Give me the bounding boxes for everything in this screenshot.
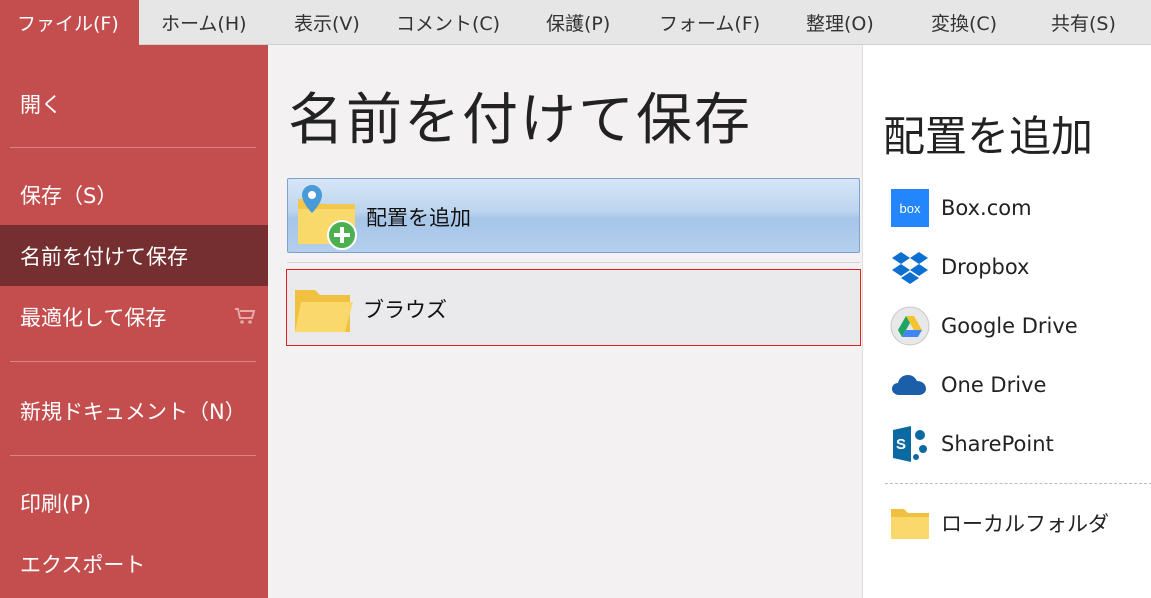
folder-icon [295,290,353,332]
tab-file[interactable]: ファイル(F) [0,0,139,45]
location-box[interactable]: box Box.com [889,186,1032,230]
sidebar-item-optimize-save[interactable]: 最適化して保存 [0,286,268,347]
sidebar-item-label: 最適化して保存 [20,305,167,330]
divider [287,262,860,263]
sidebar-divider [10,147,256,148]
sidebar-divider [10,361,256,362]
folder-icon [889,503,931,543]
sidebar-item-label: 名前を付けて保存 [20,244,188,269]
location-label: ローカルフォルダ [941,512,1109,536]
add-location-button[interactable]: 配置を追加 [287,178,860,253]
sidebar-item-save[interactable]: 保存（S） [0,164,268,225]
location-label: SharePoint [941,432,1054,456]
sidebar-divider [10,455,256,456]
onedrive-icon [889,365,931,405]
sidebar-item-save-as[interactable]: 名前を付けて保存 [0,225,268,286]
location-label: Dropbox [941,255,1030,279]
sidebar: 開く 保存（S） 名前を付けて保存 最適化して保存 新規ドキュメント（N） 印刷… [0,45,268,598]
browse-label: ブラウズ [363,298,447,322]
location-label: One Drive [941,373,1047,397]
sharepoint-icon: S [889,424,931,464]
tab-home[interactable]: ホーム(H) [139,0,265,45]
location-google-drive[interactable]: Google Drive [889,304,1078,348]
svg-text:S: S [896,436,906,453]
sidebar-item-label: エクスポート [20,552,146,577]
sidebar-item-print[interactable]: 印刷(P) [0,472,268,533]
location-local-folder[interactable]: ローカルフォルダ [889,501,1109,545]
sidebar-item-label: 印刷(P) [20,491,92,516]
sidebar-item-open[interactable]: 開く [0,73,268,134]
menu-bar: ファイル(F) ホーム(H) 表示(V) コメント(C) 保護(P) フォーム(… [0,0,1151,45]
location-onedrive[interactable]: One Drive [889,363,1046,407]
tab-organize[interactable]: 整理(O) [785,0,910,45]
box-icon: box [889,188,931,228]
divider [885,483,1151,484]
tab-view[interactable]: 表示(V) [265,0,375,45]
sidebar-item-label: 開く [20,92,62,117]
browse-button[interactable]: ブラウズ [286,269,861,346]
tab-form[interactable]: フォーム(F) [640,0,785,45]
add-location-title: 配置を追加 [883,112,1094,161]
sidebar-item-export[interactable]: エクスポート [0,533,268,594]
add-location-label: 配置を追加 [366,206,471,230]
page-title: 名前を付けて保存 [288,88,752,153]
tab-protect[interactable]: 保護(P) [525,0,640,45]
save-as-pane: 名前を付けて保存 配置を追加 ブラウズ [268,45,862,598]
dropbox-icon [889,247,931,287]
tab-share[interactable]: 共有(S) [1032,0,1151,45]
sidebar-item-label: 新規ドキュメント（N） [20,399,246,424]
sidebar-item-label: 保存（S） [20,183,118,208]
google-drive-icon [889,306,931,346]
svg-text:box: box [900,201,921,216]
location-dropbox[interactable]: Dropbox [889,245,1029,289]
location-label: Box.com [941,196,1032,220]
folder-add-location-icon [298,185,357,250]
location-label: Google Drive [941,314,1078,338]
location-sharepoint[interactable]: S SharePoint [889,422,1054,466]
tab-convert[interactable]: 変換(C) [910,0,1032,45]
tab-comment[interactable]: コメント(C) [375,0,525,45]
add-location-pane: 配置を追加 box Box.com Dropbox Google Drive O… [862,45,1151,598]
cart-icon [235,308,256,324]
sidebar-item-new-document[interactable]: 新規ドキュメント（N） [0,380,268,441]
